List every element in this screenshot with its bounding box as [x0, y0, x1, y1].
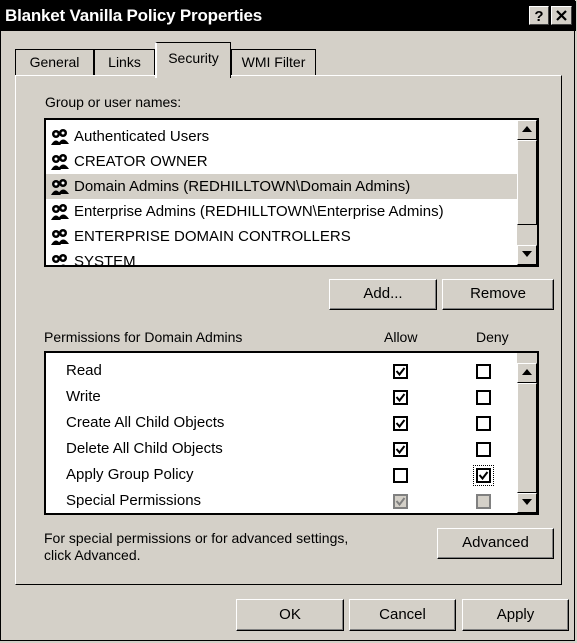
tab-general[interactable]: General: [15, 49, 94, 76]
add-button-label: Add...: [363, 285, 403, 302]
title-bar[interactable]: Blanket Vanilla Policy Properties ?: [1, 1, 576, 31]
group-name: SYSTEM: [74, 253, 136, 267]
check-icon: [395, 497, 406, 507]
special-allow-checkbox: [393, 494, 408, 509]
permissions-scrollbar[interactable]: [517, 353, 537, 513]
special-deny-checkbox: [476, 494, 491, 509]
group-name: ENTERPRISE DOMAIN CONTROLLERS: [74, 228, 351, 245]
permissions-list[interactable]: Read Write Create All Child Objects Dele…: [44, 351, 539, 515]
list-item[interactable]: Authenticated Users: [50, 124, 520, 149]
help-button[interactable]: ?: [529, 6, 549, 25]
group-name: Authenticated Users: [74, 128, 210, 145]
read-allow-checkbox[interactable]: [393, 364, 408, 379]
list-item[interactable]: CREATOR OWNER: [50, 149, 520, 174]
window-title: Blanket Vanilla Policy Properties: [5, 6, 263, 25]
group-icon: [51, 204, 69, 221]
read-deny-checkbox[interactable]: [476, 364, 491, 379]
check-icon: [395, 445, 406, 455]
advanced-button[interactable]: Advanced: [437, 528, 554, 559]
list-item-selected[interactable]: Domain Admins (REDHILLTOWN\Domain Admins…: [46, 174, 520, 199]
group-name: Enterprise Admins (REDHILLTOWN\Enterpris…: [74, 203, 444, 220]
group-icon: [51, 229, 69, 246]
permission-name: Read: [66, 362, 102, 379]
apply-button-label: Apply: [496, 606, 535, 623]
ok-button-label: OK: [279, 606, 301, 623]
list-item[interactable]: ENTERPRISE DOMAIN CONTROLLERS: [50, 224, 520, 249]
permission-name: Write: [66, 388, 101, 405]
group-icon: [52, 254, 67, 265]
group-icon: [51, 129, 69, 146]
apply-gp-deny-checkbox[interactable]: [473, 465, 494, 486]
check-icon: [395, 419, 406, 429]
cancel-button[interactable]: Cancel: [349, 599, 456, 631]
properties-dialog: Blanket Vanilla Policy Properties ? Gene…: [0, 0, 576, 641]
tab-label: WMI Filter: [241, 54, 306, 70]
permissions-label: Permissions for Domain Admins: [44, 329, 243, 345]
list-item[interactable]: Enterprise Admins (REDHILLTOWN\Enterpris…: [50, 199, 520, 224]
group-icon: [51, 179, 69, 196]
scroll-down-button[interactable]: [517, 245, 537, 265]
close-button[interactable]: [551, 6, 572, 25]
allow-column-header: Allow: [384, 329, 418, 345]
delete-child-allow-checkbox[interactable]: [393, 442, 408, 457]
write-allow-checkbox[interactable]: [393, 390, 408, 405]
create-child-allow-checkbox[interactable]: [393, 416, 408, 431]
permission-name: Apply Group Policy: [66, 466, 194, 483]
permission-name: Create All Child Objects: [66, 414, 225, 431]
group-name: CREATOR OWNER: [74, 153, 208, 170]
deny-column-header: Deny: [476, 329, 509, 345]
tab-label: Security: [168, 50, 219, 66]
advanced-hint-line2: click Advanced.: [44, 547, 141, 563]
check-icon: [395, 393, 406, 403]
help-icon: ?: [534, 8, 544, 25]
cancel-button-label: Cancel: [379, 606, 426, 623]
check-icon: [395, 367, 406, 377]
tab-links[interactable]: Links: [94, 49, 155, 76]
arrow-down-icon: [522, 499, 532, 505]
security-tab-panel: Group or user names: Authenticated Users…: [15, 75, 562, 585]
scroll-up-button[interactable]: [517, 120, 537, 140]
tab-label: Links: [108, 54, 141, 70]
tab-security[interactable]: Security: [155, 42, 231, 78]
list-item[interactable]: SYSTEM: [50, 249, 520, 267]
group-icon: [51, 154, 69, 171]
add-button[interactable]: Add...: [329, 279, 437, 310]
apply-gp-allow-checkbox[interactable]: [393, 468, 408, 483]
create-child-deny-checkbox[interactable]: [476, 416, 491, 431]
ok-button[interactable]: OK: [236, 599, 344, 631]
permission-name: Special Permissions: [66, 492, 202, 509]
remove-button[interactable]: Remove: [442, 279, 554, 310]
apply-button[interactable]: Apply: [462, 599, 569, 631]
write-deny-checkbox[interactable]: [476, 390, 491, 405]
group-name: Domain Admins (REDHILLTOWN\Domain Admins…: [74, 178, 411, 195]
arrow-up-icon: [522, 369, 532, 375]
check-icon: [478, 471, 489, 481]
advanced-hint-line1: For special permissions or for advanced …: [44, 530, 349, 546]
group-names-label: Group or user names:: [45, 94, 182, 110]
group-list-scrollbar[interactable]: [517, 120, 537, 265]
tab-wmi-filter[interactable]: WMI Filter: [231, 49, 316, 76]
delete-child-deny-checkbox[interactable]: [476, 442, 491, 457]
remove-button-label: Remove: [470, 285, 526, 302]
scroll-down-button[interactable]: [517, 493, 537, 513]
tab-label: General: [29, 54, 80, 70]
arrow-up-icon: [522, 126, 532, 132]
scroll-thumb[interactable]: [517, 140, 537, 225]
group-list[interactable]: Authenticated Users CREATOR OWNER Domain…: [44, 118, 539, 267]
scroll-up-button[interactable]: [517, 363, 537, 383]
close-icon: [556, 10, 567, 21]
arrow-down-icon: [522, 251, 532, 257]
scroll-thumb[interactable]: [517, 383, 537, 493]
permission-name: Delete All Child Objects: [66, 440, 223, 457]
advanced-button-label: Advanced: [462, 534, 529, 551]
